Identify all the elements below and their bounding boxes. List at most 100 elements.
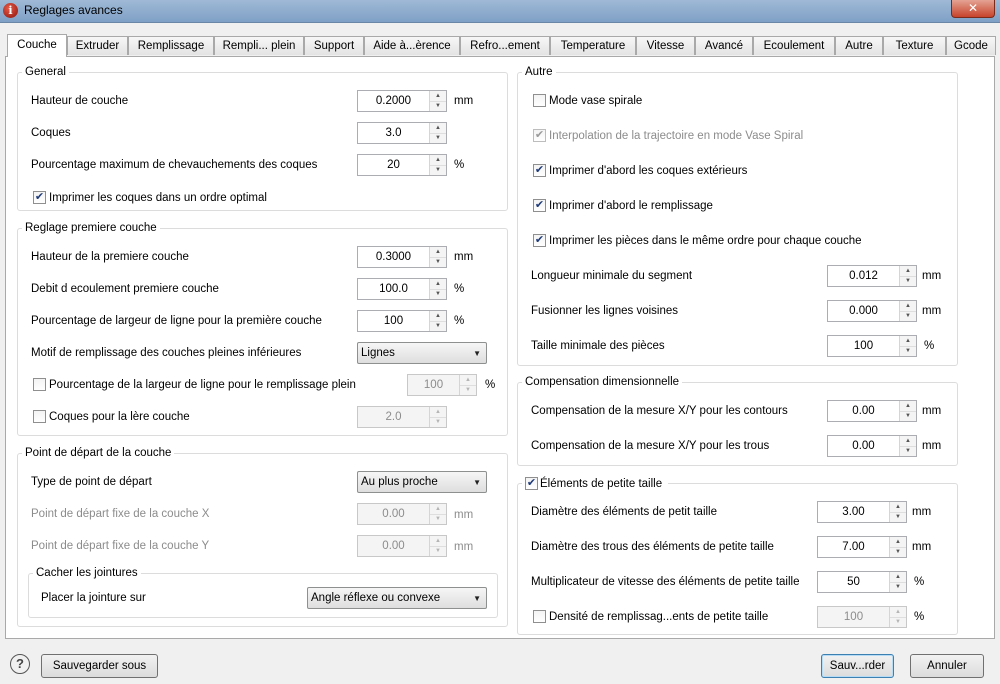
check-icon: ✔ (534, 234, 545, 246)
small-speed-spinbox[interactable]: 50 ▲ ▼ (817, 571, 907, 593)
merge-lines-spinbox[interactable]: 0.000 ▲ ▼ (827, 300, 917, 322)
spin-down-icon[interactable]: ▼ (430, 514, 446, 524)
tab-couche[interactable]: Couche (7, 34, 67, 57)
infill-first-checkbox[interactable]: ✔ (533, 199, 546, 212)
spin-down-icon[interactable]: ▼ (460, 385, 476, 395)
same-order-checkbox[interactable]: ✔ (533, 234, 546, 247)
shells-spinbox[interactable]: 3.0 ▲ ▼ (357, 122, 447, 144)
solid-line-width-unit: % (485, 379, 496, 391)
save-as-button[interactable]: Sauvegarder sous (41, 654, 158, 678)
solid-line-width-checkbox[interactable] (33, 378, 46, 391)
min-segment-label: Longueur minimale du segment (531, 270, 693, 282)
help-icon[interactable]: ? (10, 654, 30, 674)
small-hole-diameter-unit: mm (912, 541, 932, 553)
comp-contours-spinbox[interactable]: 0.00 ▲ ▼ (827, 400, 917, 422)
small-diameter-value: 3.00 (842, 506, 865, 518)
fixed-y-value: 0.00 (382, 540, 405, 552)
spiral-interp-checkbox[interactable]: ✔ (533, 129, 546, 142)
save-button[interactable]: Sauv...rder (821, 654, 894, 678)
first-layer-flow-label: Debit d ecoulement premiere couche (31, 283, 219, 295)
spin-down-icon[interactable]: ▼ (430, 257, 446, 267)
first-layer-height-unit: mm (454, 251, 474, 263)
start-type-select[interactable]: Au plus proche ▼ (357, 471, 487, 493)
first-layer-line-width-label: Pourcentage de largeur de ligne pour la … (31, 315, 322, 327)
tab-ecoulement[interactable]: Ecoulement (753, 36, 835, 55)
optimal-order-checkbox[interactable]: ✔ (33, 191, 46, 204)
min-part-spinbox[interactable]: 100 ▲ ▼ (827, 335, 917, 357)
check-icon: ✔ (534, 199, 545, 211)
check-icon: ✔ (34, 191, 45, 203)
spin-down-icon[interactable]: ▼ (900, 276, 916, 286)
spin-down-icon[interactable]: ▼ (430, 417, 446, 427)
tab-temperature[interactable]: Temperature (550, 36, 636, 55)
spin-down-icon[interactable]: ▼ (900, 446, 916, 456)
spin-down-icon[interactable]: ▼ (430, 165, 446, 175)
spin-down-icon[interactable]: ▼ (890, 512, 906, 522)
first-layer-shells-spinbox[interactable]: 2.0 ▲ ▼ (357, 406, 447, 428)
title-bar (0, 0, 1000, 23)
app-icon: i (3, 3, 18, 18)
tab-remplissage[interactable]: Remplissage (128, 36, 214, 55)
spiral-interp-label: Interpolation de la trajectoire en mode … (549, 130, 804, 142)
seam-placement-select[interactable]: Angle réflexe ou convexe ▼ (307, 587, 487, 609)
shells-label: Coques (31, 127, 71, 139)
check-icon: ✔ (534, 129, 545, 141)
spin-down-icon[interactable]: ▼ (900, 311, 916, 321)
tab-vitesse[interactable]: Vitesse (636, 36, 695, 55)
spin-down-icon[interactable]: ▼ (430, 133, 446, 143)
spin-down-icon[interactable]: ▼ (890, 547, 906, 557)
window-title: Reglages avances (24, 3, 123, 17)
optimal-order-label: Imprimer les coques dans un ordre optima… (49, 192, 267, 204)
first-layer-shells-label: Coques pour la lère couche (49, 411, 190, 423)
spin-down-icon[interactable]: ▼ (430, 546, 446, 556)
spin-down-icon[interactable]: ▼ (430, 101, 446, 111)
first-layer-flow-spinbox[interactable]: 100.0 ▲ ▼ (357, 278, 447, 300)
min-segment-spinbox[interactable]: 0.012 ▲ ▼ (827, 265, 917, 287)
first-layer-shells-checkbox[interactable] (33, 410, 46, 423)
tab-extruder[interactable]: Extruder (67, 36, 128, 55)
tab-autre[interactable]: Autre (835, 36, 883, 55)
small-hole-diameter-label: Diamètre des trous des éléments de petit… (531, 541, 774, 553)
small-infill-density-value: 100 (843, 611, 864, 623)
tab-support[interactable]: Support (304, 36, 364, 55)
small-infill-density-spinbox[interactable]: 100 ▲ ▼ (817, 606, 907, 628)
spiral-vase-checkbox[interactable] (533, 94, 546, 107)
spin-down-icon[interactable]: ▼ (430, 289, 446, 299)
shells-value: 3.0 (385, 127, 402, 139)
solid-line-width-label: Pourcentage de la largeur de ligne pour … (49, 379, 356, 391)
same-order-label: Imprimer les pièces dans le même ordre p… (549, 235, 862, 247)
infill-pattern-select[interactable]: Lignes ▼ (357, 342, 487, 364)
spiral-vase-label: Mode vase spirale (549, 95, 643, 107)
tab-refroidissement[interactable]: Refro...ement (460, 36, 550, 55)
small-diameter-spinbox[interactable]: 3.00 ▲ ▼ (817, 501, 907, 523)
tab-rempli-plein[interactable]: Rempli... plein (214, 36, 304, 55)
layer-height-spinbox[interactable]: 0.2000 ▲ ▼ (357, 90, 447, 112)
tab-texture[interactable]: Texture (883, 36, 946, 55)
max-overlap-spinbox[interactable]: 20 ▲ ▼ (357, 154, 447, 176)
spin-down-icon[interactable]: ▼ (900, 411, 916, 421)
max-overlap-value: 20 (387, 159, 400, 171)
small-speed-value: 50 (847, 576, 860, 588)
comp-holes-spinbox[interactable]: 0.00 ▲ ▼ (827, 435, 917, 457)
spin-down-icon[interactable]: ▼ (890, 617, 906, 627)
fixed-y-spinbox[interactable]: 0.00 ▲ ▼ (357, 535, 447, 557)
outer-first-checkbox[interactable]: ✔ (533, 164, 546, 177)
small-infill-density-checkbox[interactable] (533, 610, 546, 623)
first-layer-height-spinbox[interactable]: 0.3000 ▲ ▼ (357, 246, 447, 268)
fixed-x-spinbox[interactable]: 0.00 ▲ ▼ (357, 503, 447, 525)
small-speed-label: Multiplicateur de vitesse des éléments d… (531, 576, 800, 588)
group-title-general: General (22, 66, 69, 78)
small-features-checkbox[interactable]: ✔ (525, 477, 538, 490)
tab-avance[interactable]: Avancé (695, 36, 753, 55)
cancel-button[interactable]: Annuler (910, 654, 984, 678)
solid-line-width-spinbox[interactable]: 100 ▲ ▼ (407, 374, 477, 396)
tab-gcode[interactable]: Gcode (946, 36, 996, 55)
tab-aide-adherence[interactable]: Aide à...èrence (364, 36, 460, 55)
spin-down-icon[interactable]: ▼ (900, 346, 916, 356)
fixed-x-unit: mm (454, 509, 474, 521)
spin-down-icon[interactable]: ▼ (430, 321, 446, 331)
close-button[interactable]: ✕ (951, 0, 995, 18)
first-layer-line-width-spinbox[interactable]: 100 ▲ ▼ (357, 310, 447, 332)
small-hole-diameter-spinbox[interactable]: 7.00 ▲ ▼ (817, 536, 907, 558)
spin-down-icon[interactable]: ▼ (890, 582, 906, 592)
